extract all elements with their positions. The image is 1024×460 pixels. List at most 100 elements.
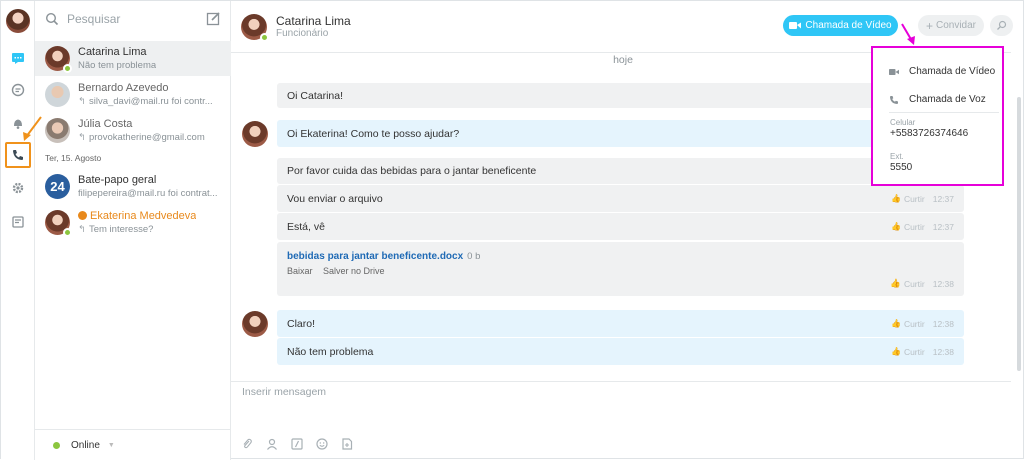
- channels-icon[interactable]: [1, 78, 35, 102]
- group-avatar: 24: [45, 174, 70, 199]
- compose-icon[interactable]: [206, 11, 221, 26]
- search-history-button[interactable]: [990, 15, 1013, 36]
- search-icon: [997, 20, 1007, 30]
- contact-name: Bernardo Azevedo: [78, 82, 169, 94]
- voice-call-option[interactable]: Chamada de Voz: [889, 94, 986, 105]
- message-bubble[interactable]: Não tem problema 👍 Curtir 12:38: [277, 338, 964, 365]
- chevron-down-icon: ▼: [107, 441, 115, 449]
- video-call-button[interactable]: Chamada de Vídeo: [783, 15, 898, 36]
- reply-icon: ↰: [78, 224, 86, 235]
- camera-icon: [789, 22, 802, 29]
- smile-icon[interactable]: [316, 438, 328, 450]
- message-time: 12:38: [932, 318, 954, 329]
- input-toolbar: [241, 438, 366, 450]
- contacts-sidebar: Pesquisar Catarina Lima Não tem problema…: [35, 1, 231, 460]
- contact-preview: provokatherine@gmail.com: [88, 132, 205, 143]
- message-time: 12:37: [932, 193, 954, 204]
- camera-icon: [889, 68, 899, 75]
- globe-icon: [78, 211, 87, 220]
- like-icon[interactable]: 👍: [891, 194, 901, 203]
- file-name-link[interactable]: bebidas para jantar beneficente.docx: [287, 251, 463, 262]
- contact-item[interactable]: Bernardo Azevedo ↰ silva_davi@mail.ru foi…: [35, 77, 231, 112]
- video-call-option[interactable]: Chamada de Vídeo: [889, 66, 995, 77]
- mobile-number[interactable]: +5583726374646: [890, 128, 968, 139]
- reply-icon: ↰: [78, 96, 86, 107]
- avatar: [242, 121, 268, 147]
- file-attachment: bebidas para jantar beneficente.docx 0 b …: [277, 242, 964, 296]
- like-button[interactable]: Curtir: [904, 279, 925, 289]
- like-button[interactable]: Curtir: [904, 319, 925, 329]
- chat-title[interactable]: Catarina Lima: [276, 14, 351, 28]
- gear-icon[interactable]: [1, 176, 35, 200]
- message-bubble[interactable]: Oi Ekaterina! Como te posso ajudar?: [277, 120, 964, 147]
- like-button[interactable]: Curtir: [904, 222, 925, 232]
- contact-preview: Tem interesse?: [88, 224, 154, 235]
- search-input[interactable]: Pesquisar: [67, 12, 120, 26]
- message-bubble[interactable]: Está, vê 👍 Curtir 12:37: [277, 213, 964, 240]
- day-separator: hoje: [603, 54, 643, 66]
- call-options-popup: Chamada de Vídeo Chamada de Voz Celular …: [871, 46, 1004, 186]
- notes-icon[interactable]: [1, 210, 35, 234]
- message-bubble[interactable]: Vou enviar o arquivo 👍 Curtir 12:37: [277, 185, 964, 212]
- contact-item[interactable]: 24 Bate-papo geral filipepereira@mail.ru…: [35, 169, 231, 204]
- like-icon[interactable]: 👍: [891, 347, 901, 356]
- status-label: Online: [71, 439, 100, 451]
- contact-item[interactable]: Catarina Lima Não tem problema: [35, 41, 231, 76]
- invite-label: Convidar: [935, 20, 977, 31]
- contact-name: Ekaterina Medvedeva: [90, 210, 197, 222]
- contact-item[interactable]: Júlia Costa ↰ provokatherine@gmail.com: [35, 113, 231, 148]
- phone-icon: [890, 95, 898, 104]
- like-icon[interactable]: 👍: [891, 222, 901, 231]
- avatar: [45, 210, 72, 237]
- message-input[interactable]: Inserir mensagem: [242, 386, 326, 398]
- message-text: Está, vê: [287, 220, 325, 233]
- popup-divider: [889, 112, 999, 113]
- save-to-drive-link[interactable]: Salver no Drive: [323, 266, 385, 276]
- scrollbar[interactable]: [1017, 97, 1021, 371]
- status-selector[interactable]: Online ▼: [35, 429, 231, 460]
- chat-subtitle: Funcionário: [276, 28, 329, 39]
- extension-number[interactable]: 5550: [890, 162, 912, 173]
- message-bubble[interactable]: Por favor cuida das bebidas para o janta…: [277, 158, 964, 184]
- contact-item[interactable]: Ekaterina Medvedeva ↰ Tem interesse?: [35, 205, 231, 240]
- contact-preview: Não tem problema: [78, 60, 157, 71]
- chat-avatar[interactable]: [241, 14, 269, 42]
- like-button[interactable]: Curtir: [904, 347, 925, 357]
- chat-icon[interactable]: [1, 46, 35, 70]
- message-bubble[interactable]: Oi Catarina!: [277, 83, 964, 108]
- online-indicator: [63, 64, 72, 73]
- left-rail: [1, 1, 35, 460]
- message-text: Não tem problema: [287, 345, 374, 358]
- online-indicator: [63, 228, 72, 237]
- invite-button[interactable]: + Convidar: [918, 15, 984, 36]
- download-link[interactable]: Baixar: [287, 266, 313, 276]
- like-icon[interactable]: 👍: [891, 319, 901, 328]
- contact-name: Júlia Costa: [78, 118, 133, 130]
- video-call-option-label: Chamada de Vídeo: [909, 66, 996, 77]
- date-separator: Ter, 15. Agosto: [45, 153, 102, 163]
- search-icon: [45, 12, 59, 26]
- command-icon[interactable]: [291, 438, 303, 450]
- contact-preview: filipepereira@mail.ru foi contrat...: [78, 188, 218, 199]
- message-time: 12:37: [932, 221, 954, 232]
- avatar: [45, 118, 70, 143]
- like-button[interactable]: Curtir: [904, 194, 925, 204]
- mention-icon[interactable]: [266, 438, 278, 450]
- document-icon[interactable]: [341, 438, 353, 450]
- avatar: [45, 82, 70, 107]
- my-avatar[interactable]: [6, 9, 30, 33]
- avatar: [45, 46, 72, 73]
- avatar: [242, 311, 268, 337]
- extension-label: Ext.: [890, 152, 904, 161]
- bell-icon[interactable]: [1, 111, 35, 135]
- message-bubble[interactable]: Claro! 👍 Curtir 12:38: [277, 310, 964, 337]
- input-divider: [231, 381, 1011, 382]
- message-time: 12:38: [932, 346, 954, 357]
- online-indicator: [260, 33, 269, 42]
- attach-icon[interactable]: [241, 438, 253, 450]
- reply-icon: ↰: [78, 132, 86, 143]
- message-text: Oi Ekaterina! Como te posso ajudar?: [287, 127, 460, 140]
- like-icon[interactable]: 👍: [890, 278, 901, 289]
- search-bar[interactable]: Pesquisar: [35, 1, 231, 37]
- phone-icon[interactable]: [1, 143, 35, 167]
